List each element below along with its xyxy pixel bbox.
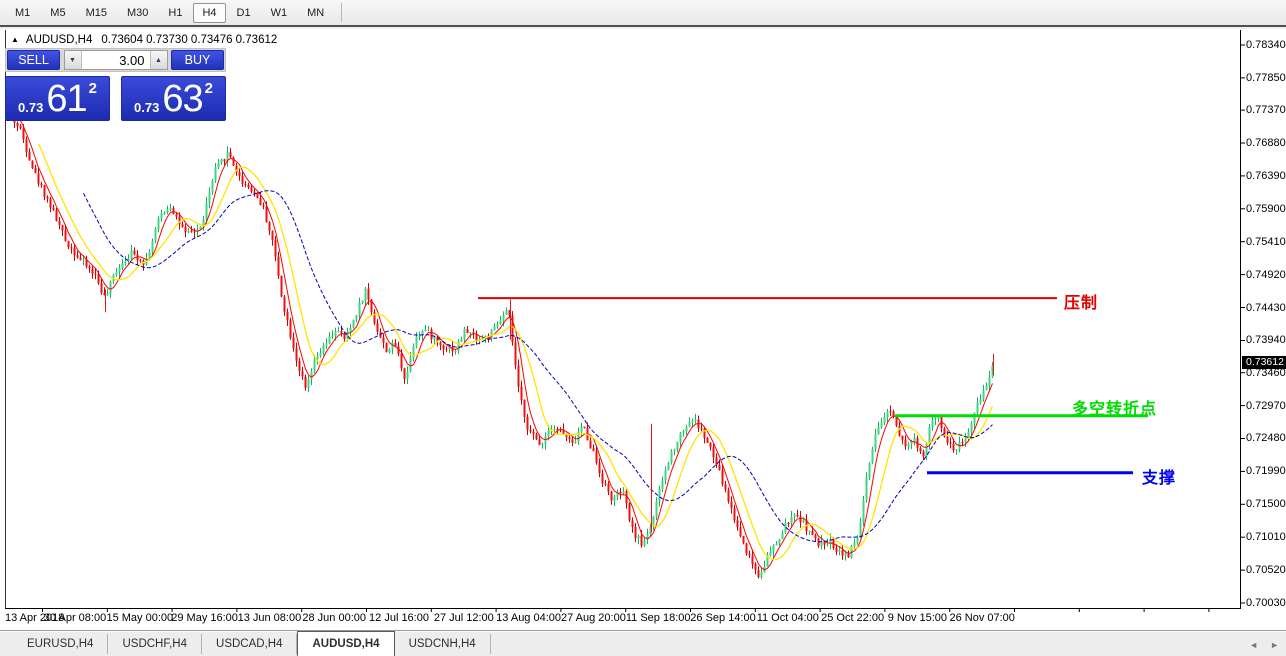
- symbol-tabbar: EURUSD,H4USDCHF,H4USDCAD,H4AUDUSD,H4USDC…: [0, 630, 1286, 656]
- buy-price-frac: 0.73: [134, 100, 159, 115]
- sell-price-box[interactable]: 0.73 61 2: [5, 76, 110, 121]
- one-click-trading-panel: SELL ▼ ▲ BUY 0.73 61 2 0.73 63 2: [5, 48, 226, 121]
- tab-scroll-arrows: ◄ ►: [1249, 640, 1279, 650]
- tab-scroll-right-icon[interactable]: ►: [1270, 640, 1279, 650]
- sell-price-big: 61: [46, 81, 86, 117]
- symbol-tab-audusd[interactable]: AUDUSD,H4: [297, 631, 394, 656]
- timeframe-button-m15[interactable]: M15: [77, 3, 116, 23]
- symbol-tab-usdcad[interactable]: USDCAD,H4: [202, 634, 297, 654]
- timeframe-button-h4[interactable]: H4: [193, 3, 225, 23]
- arrow-up-icon: ▲: [155, 57, 162, 64]
- buy-price-big: 63: [162, 81, 202, 117]
- volume-input[interactable]: [82, 51, 150, 69]
- trade-panel-prices: 0.73 61 2 0.73 63 2: [5, 76, 226, 121]
- buy-button[interactable]: BUY: [171, 50, 224, 70]
- volume-decrease-button[interactable]: ▼: [65, 51, 82, 69]
- timeframe-button-w1[interactable]: W1: [262, 3, 297, 23]
- sell-price-sup: 2: [89, 80, 97, 97]
- timeframe-toolbar: M1M5M15M30H1H4D1W1MN: [0, 0, 1286, 27]
- sell-button[interactable]: SELL: [7, 50, 60, 70]
- trade-panel-controls: SELL ▼ ▲ BUY: [5, 48, 226, 72]
- timeframe-button-m1[interactable]: M1: [6, 3, 39, 23]
- arrow-down-icon: ▼: [69, 57, 76, 64]
- symbol-tab-usdchf[interactable]: USDCHF,H4: [108, 634, 202, 654]
- timeframe-button-mn[interactable]: MN: [298, 3, 333, 23]
- timeframe-button-m30[interactable]: M30: [118, 3, 157, 23]
- timeframe-button-h1[interactable]: H1: [159, 3, 191, 23]
- timeframe-button-m5[interactable]: M5: [41, 3, 74, 23]
- timeframe-button-d1[interactable]: D1: [228, 3, 260, 23]
- toolbar-separator: [341, 3, 342, 22]
- symbol-tab-usdcnh[interactable]: USDCNH,H4: [395, 634, 491, 654]
- sell-price-frac: 0.73: [18, 100, 43, 115]
- symbol-tab-eurusd[interactable]: EURUSD,H4: [13, 634, 108, 654]
- buy-price-sup: 2: [205, 80, 213, 97]
- volume-increase-button[interactable]: ▲: [150, 51, 167, 69]
- buy-price-box[interactable]: 0.73 63 2: [121, 76, 226, 121]
- volume-spinner: ▼ ▲: [64, 50, 168, 70]
- tab-scroll-left-icon[interactable]: ◄: [1249, 640, 1258, 650]
